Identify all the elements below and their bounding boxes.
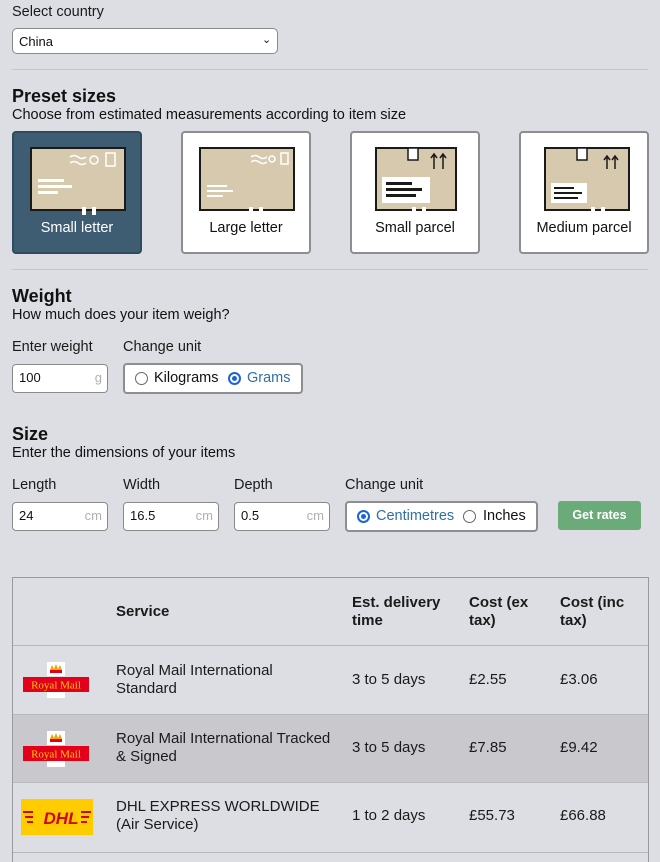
cost-inc-tax: £9.42 xyxy=(560,739,598,756)
length-input[interactable]: cm xyxy=(12,502,108,531)
royal-mail-logo: Royal Mail xyxy=(23,731,89,767)
weight-field[interactable] xyxy=(19,370,79,385)
kilograms-label[interactable]: Kilograms xyxy=(154,370,218,386)
preset-title: Preset sizes xyxy=(12,86,117,106)
cost-ex-tax: £7.85 xyxy=(469,739,507,756)
weight-unit-suffix: g xyxy=(94,370,102,385)
divider xyxy=(12,269,648,270)
rates-table: Service Est. delivery time Cost (ex tax)… xyxy=(12,577,649,862)
centimetres-label[interactable]: Centimetres xyxy=(376,508,454,524)
table-row[interactable]: Royal Mail Royal Mail International Stan… xyxy=(13,646,648,715)
royal-mail-logo: Royal Mail xyxy=(23,662,89,698)
preset-label: Small parcel xyxy=(375,220,455,236)
dhl-logo: DHL xyxy=(21,799,93,835)
centimetres-radio[interactable] xyxy=(357,510,370,523)
preset-label: Medium parcel xyxy=(536,220,632,236)
header-service: Service xyxy=(116,603,170,620)
svg-text:DHL: DHL xyxy=(44,809,79,828)
inches-label[interactable]: Inches xyxy=(483,508,526,524)
delivery-time: 3 to 5 days xyxy=(352,739,426,756)
svg-text:Royal Mail: Royal Mail xyxy=(31,749,81,761)
header-cost-ex-tax: Cost (ex tax) xyxy=(469,594,529,629)
inches-radio[interactable] xyxy=(463,510,476,523)
cost-inc-tax: £3.06 xyxy=(560,671,598,688)
width-label: Width xyxy=(123,477,161,493)
table-row[interactable]: DHL DHL EXPRESS WORLDWIDE (Air Service) … xyxy=(13,783,648,853)
size-unit-group: Centimetres Inches xyxy=(345,501,538,532)
small-letter-icon xyxy=(30,147,126,215)
country-select[interactable]: China xyxy=(12,28,278,54)
svg-text:Royal Mail: Royal Mail xyxy=(31,680,81,692)
preset-medium-parcel[interactable]: Medium parcel xyxy=(519,131,649,254)
preset-label: Small letter xyxy=(40,220,114,236)
large-letter-icon xyxy=(199,147,295,215)
country-label: Select country xyxy=(12,4,104,20)
width-input[interactable]: cm xyxy=(123,502,219,531)
divider xyxy=(12,69,648,70)
kilograms-radio[interactable] xyxy=(135,372,148,385)
cost-ex-tax: £2.55 xyxy=(469,671,507,688)
small-parcel-icon xyxy=(375,147,457,215)
grams-radio[interactable] xyxy=(228,372,241,385)
grams-label[interactable]: Grams xyxy=(247,370,291,386)
medium-parcel-icon xyxy=(544,147,630,215)
depth-label: Depth xyxy=(234,477,273,493)
depth-unit-suffix: cm xyxy=(306,508,324,523)
length-unit-suffix: cm xyxy=(84,508,102,523)
weight-subtitle: How much does your item weigh? xyxy=(12,307,230,323)
weight-unit-group: Kilograms Grams xyxy=(123,363,303,394)
enter-weight-label: Enter weight xyxy=(12,339,93,355)
delivery-time: 1 to 2 days xyxy=(352,807,426,824)
preset-large-letter[interactable]: Large letter xyxy=(181,131,311,254)
depth-field[interactable] xyxy=(241,508,301,523)
preset-small-letter[interactable]: Small letter xyxy=(12,131,142,254)
width-field[interactable] xyxy=(130,508,190,523)
size-title: Size xyxy=(12,424,49,444)
size-change-unit-label: Change unit xyxy=(345,477,424,493)
weight-title: Weight xyxy=(12,286,72,306)
service-name: Royal Mail International Standard xyxy=(116,662,273,697)
length-label: Length xyxy=(12,477,57,493)
cost-inc-tax: £66.88 xyxy=(560,807,606,824)
table-header-row: Service Est. delivery time Cost (ex tax)… xyxy=(13,578,648,646)
preset-label: Large letter xyxy=(209,220,283,236)
size-subtitle: Enter the dimensions of your items xyxy=(12,445,236,461)
get-rates-button[interactable]: Get rates xyxy=(558,501,641,530)
service-name: Royal Mail International Tracked & Signe… xyxy=(116,730,331,765)
header-cost-inc-tax: Cost (inc tax) xyxy=(560,594,625,629)
service-name: DHL EXPRESS WORLDWIDE (Air Service) xyxy=(116,798,320,833)
delivery-time: 3 to 5 days xyxy=(352,671,426,688)
depth-input[interactable]: cm xyxy=(234,502,330,531)
weight-change-unit-label: Change unit xyxy=(123,339,202,355)
table-row[interactable]: Royal Mail Royal Mail International Trac… xyxy=(13,715,648,783)
cost-ex-tax: £55.73 xyxy=(469,807,515,824)
weight-input[interactable]: g xyxy=(12,364,108,393)
preset-small-parcel[interactable]: Small parcel xyxy=(350,131,480,254)
preset-subtitle: Choose from estimated measurements accor… xyxy=(12,107,407,123)
header-delivery-time: Est. delivery time xyxy=(352,594,441,629)
length-field[interactable] xyxy=(19,508,79,523)
width-unit-suffix: cm xyxy=(195,508,213,523)
